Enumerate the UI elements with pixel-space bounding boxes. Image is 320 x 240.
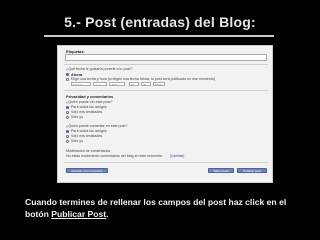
- publish-post-button[interactable]: Publicar post: [237, 168, 267, 173]
- month-select[interactable]: Febrero: [71, 82, 91, 86]
- preview-button[interactable]: Vista previa: [208, 168, 234, 173]
- day-select[interactable]: mes: [93, 82, 107, 86]
- moderation-heading: Moderación de comentarios: [66, 149, 111, 153]
- separator: [64, 90, 268, 91]
- caption-publish-link: Publicar Post: [51, 209, 107, 219]
- radio-label: Sólo mis amistades: [71, 110, 103, 114]
- save-draft-button[interactable]: Guardar como borrador: [66, 168, 108, 173]
- publish-date-question: ¿Qué fecha le gustaría ponerle a tu post…: [66, 67, 133, 71]
- radio-label: Para todos los amigos: [71, 129, 107, 133]
- radio-schedule-label: Elige una fecha y hora (si eliges una fe…: [71, 77, 216, 81]
- radio-now[interactable]: [66, 72, 69, 76]
- radio-label: Sólo yo: [71, 115, 83, 119]
- radio-visible-friends[interactable]: [66, 110, 69, 114]
- hour-select[interactable]: 10: [129, 82, 139, 86]
- radio-schedule[interactable]: [66, 77, 69, 81]
- radio-comment-me[interactable]: [66, 139, 69, 143]
- radio-visible-all[interactable]: [66, 105, 69, 109]
- separator: [64, 64, 268, 65]
- visible-question: ¿Quién puede ver este post?: [66, 100, 113, 104]
- privacy-heading: Privacidad y comentarios: [66, 94, 114, 99]
- radio-comment-friends[interactable]: [66, 134, 69, 138]
- minute-select[interactable]: 30: [141, 82, 151, 86]
- radio-label: Sólo yo: [71, 139, 83, 143]
- radio-label: Sólo mis amistades: [71, 134, 103, 138]
- instruction-caption: Cuando termines de rellenar los campos d…: [25, 196, 310, 220]
- slide-title: 5.- Post (entradas) del Blog:: [64, 14, 256, 30]
- moderation-text: No estás moderando comentarios del blog …: [66, 154, 164, 158]
- caption-end: .: [106, 209, 109, 219]
- radio-label: Para todos los amigos: [71, 105, 107, 109]
- blog-editor-screenshot: Etiquetas: ¿Qué fecha le gustaría ponerl…: [57, 45, 273, 183]
- tags-input[interactable]: [65, 54, 267, 61]
- title-underline: [44, 35, 274, 37]
- timezone-select[interactable]: MEZ: [153, 82, 165, 86]
- comment-question: ¿Quién puede comentar en este post?: [66, 124, 128, 128]
- year-select[interactable]: 2010: [109, 82, 125, 86]
- radio-comment-all[interactable]: [66, 129, 69, 133]
- radio-visible-me[interactable]: [66, 115, 69, 119]
- separator: [64, 162, 268, 163]
- moderation-change-link[interactable]: [Cambiar]: [170, 154, 184, 158]
